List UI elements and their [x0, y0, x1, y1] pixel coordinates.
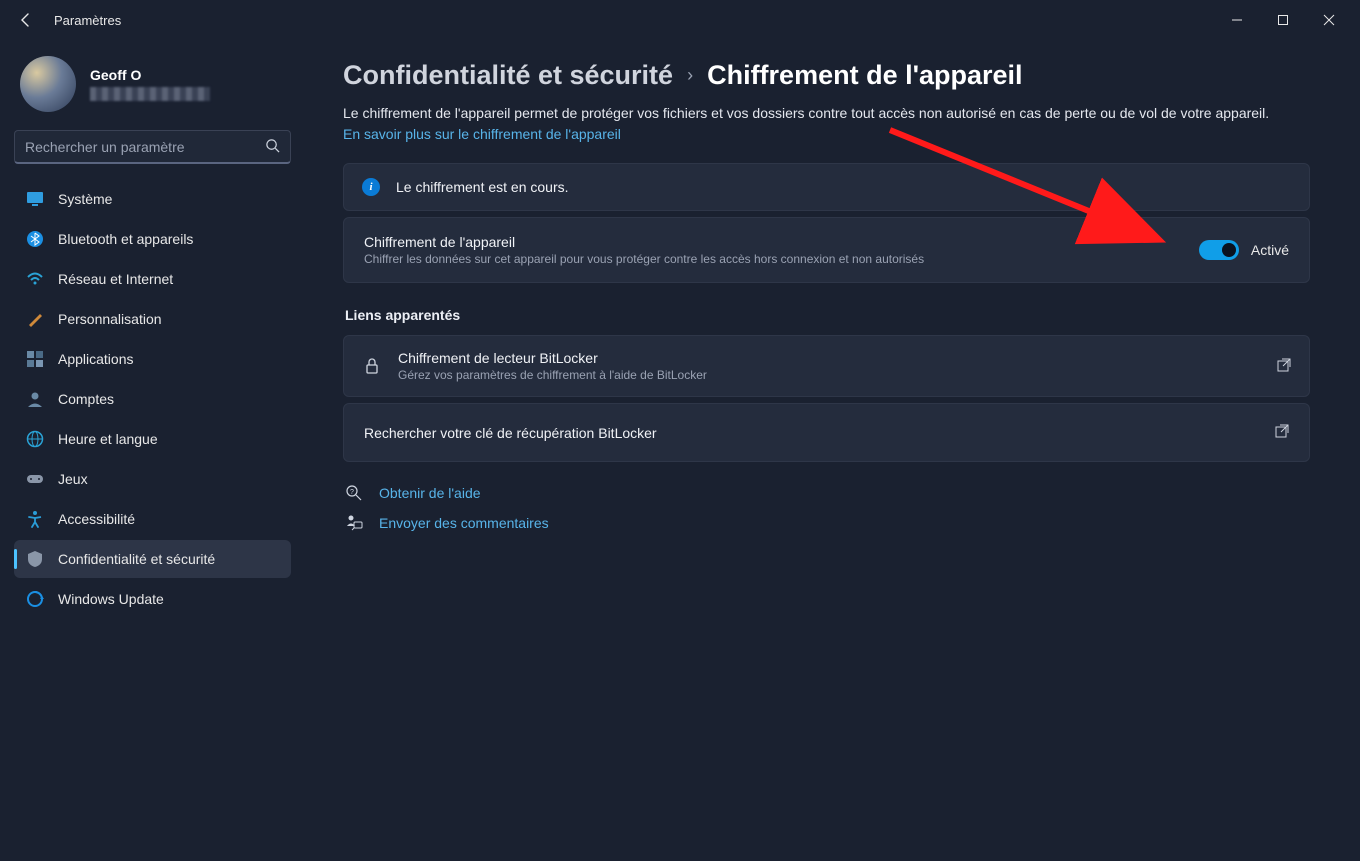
- help-icon: ?: [345, 484, 363, 502]
- external-link-icon: [1277, 358, 1291, 375]
- toggle-state-label: Activé: [1251, 242, 1289, 258]
- accessibility-icon: [26, 510, 44, 528]
- content: Confidentialité et sécurité › Chiffremen…: [305, 40, 1360, 861]
- update-icon: [26, 590, 44, 608]
- feedback-link[interactable]: Envoyer des commentaires: [379, 515, 549, 531]
- breadcrumb-parent[interactable]: Confidentialité et sécurité: [343, 60, 673, 91]
- titlebar: Paramètres: [0, 0, 1360, 40]
- sidebar-item-network[interactable]: Réseau et Internet: [14, 260, 291, 298]
- external-link-icon: [1275, 424, 1289, 441]
- sidebar-item-time-language[interactable]: Heure et langue: [14, 420, 291, 458]
- sidebar-item-label: Jeux: [58, 471, 88, 487]
- learn-more-link[interactable]: En savoir plus sur le chiffrement de l'a…: [343, 126, 621, 142]
- maximize-button[interactable]: [1260, 4, 1306, 36]
- sidebar-item-label: Personnalisation: [58, 311, 162, 327]
- gamepad-icon: [26, 470, 44, 488]
- sidebar-item-personalization[interactable]: Personnalisation: [14, 300, 291, 338]
- sidebar-item-apps[interactable]: Applications: [14, 340, 291, 378]
- breadcrumb: Confidentialité et sécurité › Chiffremen…: [343, 60, 1310, 91]
- sidebar: Geoff O Système Bluetooth et appareils R…: [0, 40, 305, 861]
- brush-icon: [26, 310, 44, 328]
- status-text: Le chiffrement est en cours.: [396, 179, 1291, 195]
- sidebar-item-label: Applications: [58, 351, 134, 367]
- sidebar-item-accessibility[interactable]: Accessibilité: [14, 500, 291, 538]
- avatar: [20, 56, 76, 112]
- globe-icon: [26, 430, 44, 448]
- sidebar-item-label: Confidentialité et sécurité: [58, 551, 215, 567]
- bitlocker-drive-encryption-link[interactable]: Chiffrement de lecteur BitLocker Gérez v…: [343, 335, 1310, 397]
- help-link[interactable]: Obtenir de l'aide: [379, 485, 481, 501]
- sidebar-item-windows-update[interactable]: Windows Update: [14, 580, 291, 618]
- sidebar-item-privacy-security[interactable]: Confidentialité et sécurité: [14, 540, 291, 578]
- sidebar-item-system[interactable]: Système: [14, 180, 291, 218]
- shield-icon: [26, 550, 44, 568]
- nav: Système Bluetooth et appareils Réseau et…: [14, 180, 291, 618]
- maximize-icon: [1277, 14, 1289, 26]
- close-icon: [1323, 14, 1335, 26]
- sidebar-item-label: Comptes: [58, 391, 114, 407]
- sidebar-item-label: Bluetooth et appareils: [58, 231, 193, 247]
- sidebar-item-label: Windows Update: [58, 591, 164, 607]
- footer-links: ? Obtenir de l'aide Envoyer des commenta…: [343, 484, 1310, 532]
- card-title: Chiffrement de lecteur BitLocker: [398, 350, 1261, 366]
- close-button[interactable]: [1306, 4, 1352, 36]
- window-controls: [1214, 4, 1352, 36]
- card-title: Rechercher votre clé de récupération Bit…: [364, 425, 1259, 441]
- user-block[interactable]: Geoff O: [14, 56, 291, 112]
- info-icon: i: [362, 178, 380, 196]
- page-title: Chiffrement de l'appareil: [707, 60, 1022, 91]
- back-button[interactable]: [8, 2, 44, 38]
- search-box[interactable]: [14, 130, 291, 164]
- minimize-button[interactable]: [1214, 4, 1260, 36]
- sidebar-item-gaming[interactable]: Jeux: [14, 460, 291, 498]
- minimize-icon: [1231, 14, 1243, 26]
- wifi-icon: [26, 270, 44, 288]
- page-description: Le chiffrement de l'appareil permet de p…: [343, 103, 1283, 145]
- feedback-icon: [345, 514, 363, 532]
- related-heading: Liens apparentés: [345, 307, 1310, 323]
- status-banner: i Le chiffrement est en cours.: [343, 163, 1310, 211]
- toggle-title: Chiffrement de l'appareil: [364, 234, 1183, 250]
- encryption-toggle-card: Chiffrement de l'appareil Chiffrer les d…: [343, 217, 1310, 283]
- sidebar-item-label: Système: [58, 191, 112, 207]
- user-name: Geoff O: [90, 67, 210, 83]
- account-icon: [26, 390, 44, 408]
- arrow-left-icon: [18, 12, 34, 28]
- monitor-icon: [26, 190, 44, 208]
- svg-text:?: ?: [350, 489, 354, 496]
- sidebar-item-accounts[interactable]: Comptes: [14, 380, 291, 418]
- bitlocker-recovery-key-link[interactable]: Rechercher votre clé de récupération Bit…: [343, 403, 1310, 462]
- chevron-right-icon: ›: [687, 65, 693, 86]
- toggle-subtitle: Chiffrer les données sur cet appareil po…: [364, 252, 1183, 266]
- sidebar-item-label: Heure et langue: [58, 431, 158, 447]
- lock-icon: [362, 357, 382, 375]
- bluetooth-icon: [26, 230, 44, 248]
- help-link-row: ? Obtenir de l'aide: [345, 484, 1310, 502]
- search-input[interactable]: [25, 139, 265, 155]
- search-icon: [265, 138, 280, 156]
- window-title: Paramètres: [54, 13, 121, 28]
- card-subtitle: Gérez vos paramètres de chiffrement à l'…: [398, 368, 1261, 382]
- sidebar-item-bluetooth[interactable]: Bluetooth et appareils: [14, 220, 291, 258]
- apps-icon: [26, 350, 44, 368]
- encryption-toggle[interactable]: [1199, 240, 1239, 260]
- sidebar-item-label: Réseau et Internet: [58, 271, 173, 287]
- feedback-link-row: Envoyer des commentaires: [345, 514, 1310, 532]
- user-email-redacted: [90, 87, 210, 101]
- sidebar-item-label: Accessibilité: [58, 511, 135, 527]
